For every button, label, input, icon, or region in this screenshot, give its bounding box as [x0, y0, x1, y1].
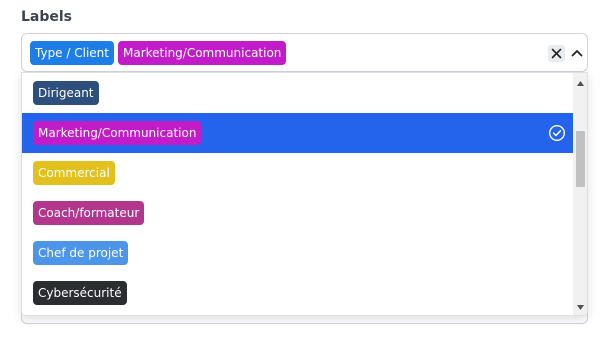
option-commercial[interactable]: Commercial [22, 153, 575, 193]
selected-tag-marketing[interactable]: Marketing/Communication [117, 41, 287, 65]
option-tag: Marketing/Communication [33, 121, 202, 145]
field-label: Labels [21, 9, 73, 25]
option-marketing-communication[interactable]: Marketing/Communication [22, 113, 575, 153]
option-tag: Commercial [33, 161, 115, 185]
triangle-up-icon [576, 80, 584, 86]
option-coach-formateur[interactable]: Coach/formateur [22, 193, 575, 233]
toggle-dropdown-button[interactable] [568, 44, 586, 62]
triangle-down-icon [576, 304, 584, 310]
scroll-down-arrow[interactable] [573, 300, 587, 314]
option-cybersecurite[interactable]: Cybersécurité [22, 273, 575, 313]
close-icon [551, 48, 562, 59]
clear-button[interactable] [548, 45, 565, 62]
selected-tags: Type / Client Marketing/Communication [30, 41, 287, 65]
labels-select[interactable]: Type / Client Marketing/Communication [21, 33, 588, 72]
scroll-thumb[interactable] [576, 131, 585, 187]
option-dirigeant[interactable]: Dirigeant [22, 73, 575, 113]
check-circle-icon [548, 124, 566, 142]
option-tag: Dirigeant [33, 81, 99, 105]
scrollbar[interactable] [573, 73, 587, 315]
option-tag: Coach/formateur [33, 201, 145, 225]
option-chef-de-projet[interactable]: Chef de projet [22, 233, 575, 273]
scroll-up-arrow[interactable] [573, 76, 587, 90]
chevron-up-icon [571, 50, 583, 57]
selected-tag-type-client[interactable]: Type / Client [30, 41, 114, 65]
option-tag: Cybersécurité [33, 281, 127, 305]
option-tag: Chef de projet [33, 241, 129, 265]
dropdown-menu: Dirigeant Marketing/Communication Commer… [21, 72, 588, 316]
